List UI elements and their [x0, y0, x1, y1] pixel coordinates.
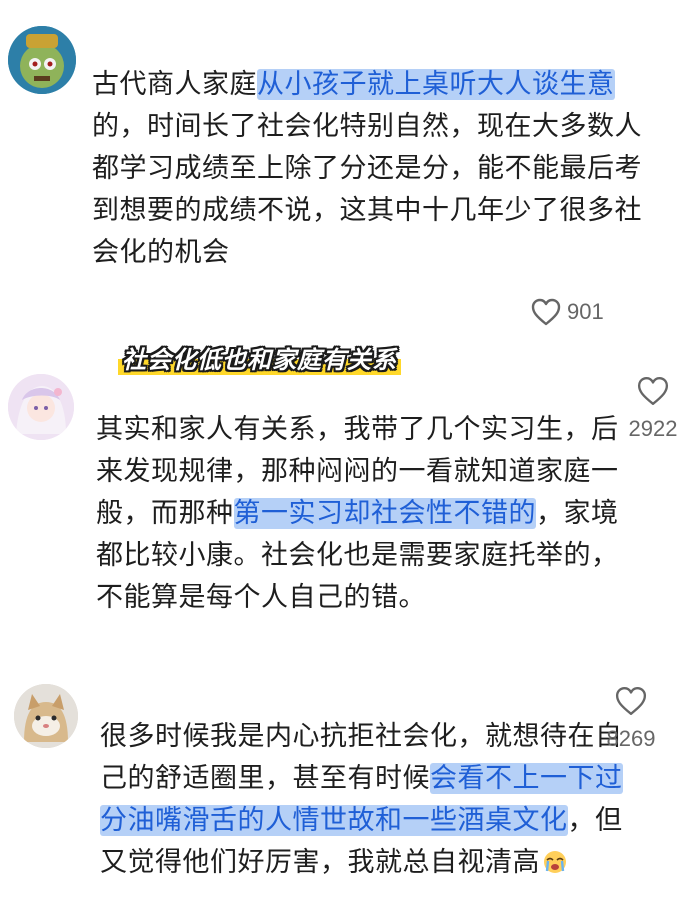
comment-line: 古代商人家庭从小孩子就上桌听大人谈生意	[92, 69, 615, 100]
comment-line: 的，时间长了社会化特别自然，现在大多数人	[92, 111, 642, 142]
like-count: 2922	[628, 416, 678, 441]
comment-line: 很多时候我是内心抗拒社会化，就想待在自	[100, 721, 623, 752]
comment-line: 又觉得他们好厉害，我就总自视清高	[100, 842, 610, 884]
anime-girl-avatar-icon	[8, 374, 74, 440]
comment-line: 分油嘴滑舌的人情世故和一些酒桌文化，但	[100, 805, 623, 836]
heart-outline-icon	[615, 686, 647, 716]
cat-avatar-icon	[14, 684, 78, 748]
avatar-commenter-2[interactable]	[8, 374, 74, 440]
comment-3-text: 很多时候我是内心抗拒社会化，就想待在自 己的舒适圈里，甚至有时候会看不上一下过 …	[100, 716, 623, 884]
comment-line: 都学习成绩至上除了分还是分，能不能最后考	[92, 153, 642, 184]
comment-line: 来发现规律，那种闷闷的一看就知道家庭一	[96, 456, 619, 487]
crying-face-emoji-icon	[542, 846, 568, 873]
like-button-comment-3[interactable]: 8269	[598, 686, 664, 752]
highlighted-text: 从小孩子就上桌听大人谈生意	[257, 69, 615, 100]
highlighted-text: 第一实习却社会性不错的	[233, 498, 536, 529]
annotation-caption: 社会化低也和家庭有关系	[118, 340, 401, 375]
zombie-avatar-icon	[8, 26, 76, 94]
comment-line: 己的舒适圈里，甚至有时候会看不上一下过	[100, 763, 623, 794]
comment-2-text: 其实和家人有关系，我带了几个实习生，后 来发现规律，那种闷闷的一看就知道家庭一 …	[96, 409, 619, 619]
like-count: 8269	[606, 726, 656, 751]
heart-outline-icon	[531, 298, 561, 326]
comment-1-text: 古代商人家庭从小孩子就上桌听大人谈生意 的，时间长了社会化特别自然，现在大多数人…	[92, 64, 652, 274]
comment-line: 其实和家人有关系，我带了几个实习生，后	[96, 414, 619, 445]
comment-line: 都比较小康。社会化也是需要家庭托举的，	[96, 540, 619, 571]
avatar-commenter-1[interactable]	[8, 26, 76, 94]
like-button-comment-1[interactable]: 901	[531, 298, 604, 326]
comment-line: 般，而那种第一实习却社会性不错的，家境	[96, 498, 619, 529]
comment-line: 到想要的成绩不说，这其中十几年少了很多社	[92, 195, 642, 226]
comment-line: 不能算是每个人自己的错。	[96, 582, 426, 613]
heart-outline-icon	[637, 376, 669, 406]
like-count: 901	[567, 299, 604, 324]
highlighted-text: 分油嘴滑舌的人情世故和一些酒桌文化	[100, 805, 568, 836]
highlighted-text: 会看不上一下过	[430, 763, 623, 794]
avatar-commenter-3[interactable]	[14, 684, 78, 748]
comment-line: 会化的机会	[92, 237, 230, 268]
like-button-comment-2[interactable]: 2922	[620, 376, 686, 442]
